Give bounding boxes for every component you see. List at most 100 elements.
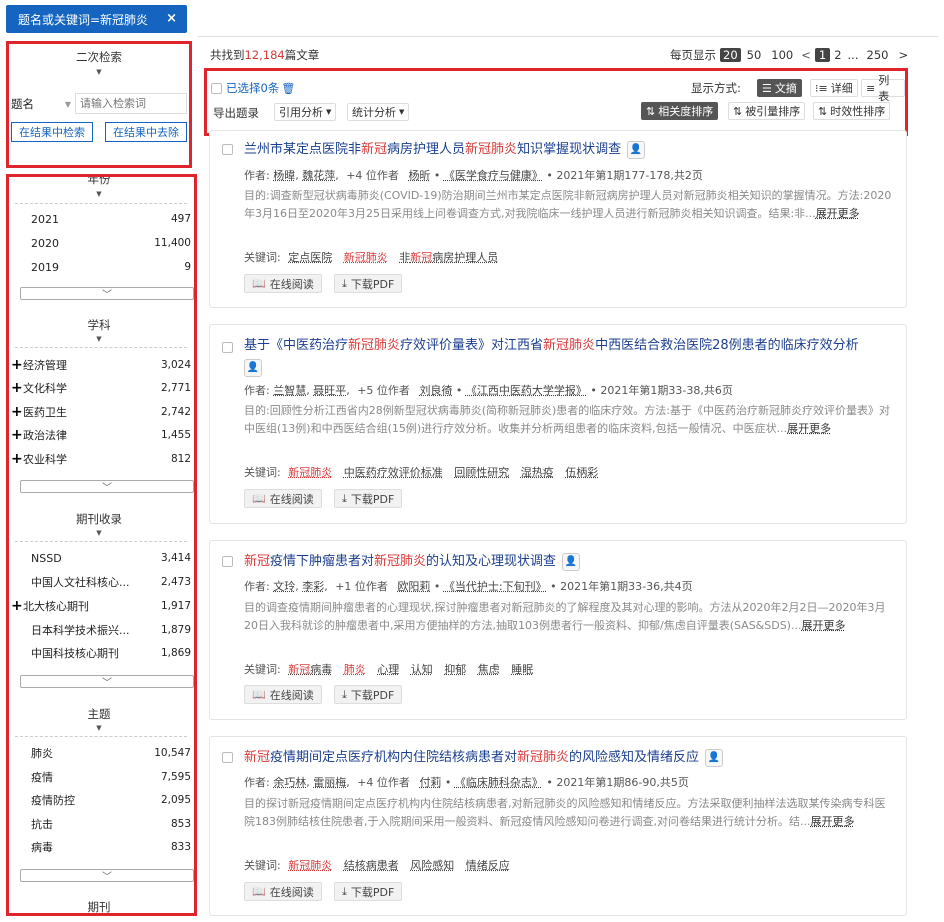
read-online-button[interactable]: 📖 在线阅读 <box>244 685 322 704</box>
more-authors[interactable]: +4 位作者 <box>346 169 399 182</box>
keyword-link[interactable]: 非新冠病房护理人员 <box>399 251 498 264</box>
keyword-link[interactable]: 回顾性研究 <box>454 466 509 479</box>
plus-icon[interactable]: + <box>11 428 23 442</box>
keyword-link[interactable]: 抑郁 <box>444 663 466 676</box>
facet-item-year[interactable]: 2021 497 <box>19 209 191 229</box>
more-authors[interactable]: +4 位作者 <box>357 776 410 789</box>
download-pdf-button[interactable]: ⤓ 下载PDF <box>334 489 403 508</box>
facet-item-collection[interactable]: + 北大核心期刊 1,917 <box>11 596 191 616</box>
facet-item-collection[interactable]: 中国人文社科核心... 2,473 <box>19 572 191 592</box>
expand-abstract-link[interactable]: 展开更多 <box>810 815 854 828</box>
keyword-link[interactable]: 肺炎 <box>344 663 366 676</box>
author-link[interactable]: 欧阳莉 <box>397 580 430 593</box>
author-link[interactable]: 杨暐 <box>273 169 295 182</box>
per-page-option[interactable]: 50 <box>747 48 762 62</box>
article-title[interactable]: 新冠疫情下肿瘤患者对新冠肺炎的认知及心理现状调查 👤 <box>244 551 894 573</box>
active-filter-chip[interactable]: 题名或关键词=新冠肺炎 × <box>6 5 187 33</box>
facet-item-collection[interactable]: 中国科技核心期刊 1,869 <box>19 643 191 663</box>
result-checkbox[interactable] <box>222 556 233 567</box>
facet-item-topic[interactable]: 疫情 7,595 <box>19 767 191 787</box>
facet-item-topic[interactable]: 抗击 853 <box>19 814 191 834</box>
person-icon[interactable]: 👤 <box>244 358 262 377</box>
export-button[interactable]: 导出题录 <box>213 105 259 121</box>
keyword-link[interactable]: 心理 <box>377 663 399 676</box>
keyword-link[interactable]: 认知 <box>411 663 433 676</box>
author-link[interactable]: 文玲 <box>273 580 295 593</box>
prev-page-icon[interactable]: < <box>801 48 811 62</box>
page-number[interactable]: 1 <box>814 48 831 62</box>
author-link[interactable]: 兰智慧 <box>273 384 306 397</box>
view-detail-button[interactable]: ⁝≡ 详细 <box>810 79 858 97</box>
read-online-button[interactable]: 📖 在线阅读 <box>244 274 322 293</box>
article-title[interactable]: 基于《中医药治疗新冠肺炎疗效评价量表》对江西省新冠肺炎中西医结合救治医院28例患… <box>244 335 894 379</box>
expand-topic-button[interactable]: ﹀ <box>20 869 194 883</box>
plus-icon[interactable]: + <box>11 599 23 613</box>
view-abstract-button[interactable]: ☰ 文摘 <box>757 79 802 97</box>
sort-relevance-button[interactable]: ⇅ 相关度排序 <box>641 102 719 120</box>
expand-abstract-link[interactable]: 展开更多 <box>801 619 845 632</box>
keyword-link[interactable]: 伍柄彩 <box>565 466 598 479</box>
author-link[interactable]: 李彩 <box>302 580 324 593</box>
author-link[interactable]: 聂旺平 <box>313 384 346 397</box>
page-number[interactable]: 2 <box>834 48 841 62</box>
download-pdf-button[interactable]: ⤓ 下载PDF <box>334 882 403 901</box>
next-page-icon[interactable]: > <box>898 48 908 62</box>
expand-abstract-link[interactable]: 展开更多 <box>787 422 831 435</box>
remove-from-results-button[interactable]: 在结果中去除 <box>105 122 187 142</box>
sort-citations-button[interactable]: ⇅ 被引量排序 <box>728 102 806 120</box>
journal-link[interactable]: 《临床肺科杂志》 <box>455 776 543 789</box>
view-list-button[interactable]: ≡ 列表 <box>861 74 905 103</box>
facet-item-topic[interactable]: 肺炎 10,547 <box>19 743 191 763</box>
keyword-link[interactable]: 焦虑 <box>478 663 500 676</box>
facet-item-year[interactable]: 2020 11,400 <box>19 233 191 253</box>
article-title[interactable]: 兰州市某定点医院非新冠病房护理人员新冠肺炎知识掌握现状调查 👤 <box>244 139 894 161</box>
plus-icon[interactable]: + <box>11 358 23 372</box>
per-page-option[interactable]: 100 <box>771 48 793 62</box>
author-link[interactable]: 魏花萍 <box>302 169 335 182</box>
facet-item-subject[interactable]: + 农业科学 812 <box>11 449 191 469</box>
read-online-button[interactable]: 📖 在线阅读 <box>244 882 322 901</box>
expand-collection-button[interactable]: ﹀ <box>20 675 194 689</box>
more-authors[interactable]: +5 位作者 <box>357 384 410 397</box>
per-page-option[interactable]: 20 <box>720 48 741 62</box>
person-icon[interactable]: 👤 <box>627 140 646 159</box>
search-input[interactable] <box>75 93 187 114</box>
facet-item-subject[interactable]: + 经济管理 3,024 <box>11 355 191 375</box>
expand-year-button[interactable]: ﹀ <box>20 287 194 301</box>
close-icon[interactable]: × <box>166 11 177 26</box>
keyword-link[interactable]: 新冠肺炎 <box>288 859 332 872</box>
download-pdf-button[interactable]: ⤓ 下载PDF <box>334 274 403 293</box>
facet-item-collection[interactable]: 日本科学技术振兴... 1,879 <box>19 620 191 640</box>
result-checkbox[interactable] <box>222 752 233 763</box>
keyword-link[interactable]: 定点医院 <box>288 251 332 264</box>
author-link[interactable]: 雷丽梅 <box>313 776 346 789</box>
keyword-link[interactable]: 新冠病毒 <box>288 663 332 676</box>
facet-item-topic[interactable]: 疫情防控 2,095 <box>19 790 191 810</box>
author-link[interactable]: 杨昕 <box>408 169 430 182</box>
search-in-results-button[interactable]: 在结果中检索 <box>11 122 93 142</box>
person-icon[interactable]: 👤 <box>562 552 581 571</box>
expand-abstract-link[interactable]: 展开更多 <box>816 207 860 220</box>
journal-link[interactable]: 《医学食疗与健康》 <box>444 169 543 182</box>
journal-link[interactable]: 《当代护士:下旬刊》 <box>444 580 547 593</box>
citation-analysis-dropdown[interactable]: 引用分析 ▼ <box>274 103 337 121</box>
read-online-button[interactable]: 📖 在线阅读 <box>244 489 322 508</box>
facet-item-subject[interactable]: + 政治法律 1,455 <box>11 425 191 445</box>
facet-item-topic[interactable]: 病毒 833 <box>19 837 191 857</box>
keyword-link[interactable]: 新冠肺炎 <box>288 466 332 479</box>
select-all-checkbox[interactable] <box>211 82 222 94</box>
keyword-link[interactable]: 湿热疫 <box>521 466 554 479</box>
facet-item-collection[interactable]: NSSD 3,414 <box>19 548 191 568</box>
author-link[interactable]: 刘良徛 <box>419 384 452 397</box>
journal-link[interactable]: 《江西中医药大学学报》 <box>466 384 587 397</box>
keyword-link[interactable]: 睡眠 <box>511 663 533 676</box>
plus-icon[interactable]: + <box>11 381 23 395</box>
sort-recency-button[interactable]: ⇅ 时效性排序 <box>813 102 891 120</box>
article-title[interactable]: 新冠疫情期间定点医疗机构内住院结核病患者对新冠肺炎的风险感知及情绪反应 👤 <box>244 747 894 769</box>
author-link[interactable]: 余巧林 <box>273 776 306 789</box>
author-link[interactable]: 付莉 <box>419 776 441 789</box>
result-checkbox[interactable] <box>222 342 233 353</box>
facet-item-subject[interactable]: + 医药卫生 2,742 <box>11 402 191 422</box>
person-icon[interactable]: 👤 <box>705 748 724 767</box>
page-number[interactable]: 250 <box>867 48 889 62</box>
